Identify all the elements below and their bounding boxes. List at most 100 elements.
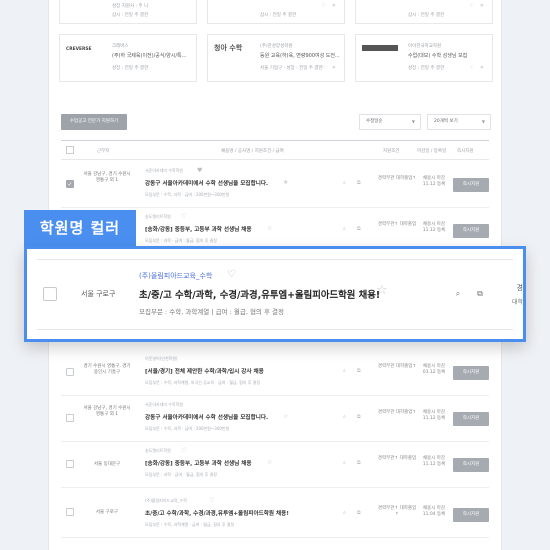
company-logo: CREVERSE (66, 47, 92, 52)
chevron-down-icon: ▼ (481, 119, 485, 124)
external-link-icon[interactable]: ⧉ (357, 368, 361, 374)
card-condition: 서울 기업구 · 성장 : 전일 주 결한 (260, 66, 323, 71)
close-icon[interactable]: ✕ (332, 3, 336, 9)
external-link-icon[interactable]: ⧉ (357, 226, 361, 232)
card-condition: 성장 : 전일 주 결한 (408, 66, 445, 71)
card-company-name: 아이한국학교학원 (408, 44, 442, 49)
row-title[interactable]: [송화/강동] 중등부, 고등부 과학 선생님 채용 (145, 459, 265, 467)
apply-button[interactable]: 즉시지원 (453, 178, 489, 192)
header-info: 채용명 / 공사명 / 지원조건 / 급여 (221, 149, 284, 154)
row-org-link[interactable]: (주)올림피아드교육_수학 (139, 271, 212, 281)
highlighted-job-row[interactable]: 서울 구로구 (주)올림피아드교육_수학 ♡ 초/중/고 수학/과학, 수경/과… (24, 246, 526, 342)
row-location: 서울 동대문구 (93, 462, 121, 467)
close-icon[interactable]: ✕ (480, 65, 484, 71)
table-row[interactable]: 서울 구로구 (주)올림피아드교육_수학 ♡ 초/중/고 수학/과학, 수경/과… (61, 488, 489, 538)
table-row[interactable]: ✓ 서울 강남구, 경기 수원시 영통구 외 1 서준아카데미 수학학원 ♥ 강… (61, 162, 489, 208)
sort-select[interactable]: 수정일순 ▼ (359, 114, 421, 130)
row-due: 채용시 마감 11.12 등록 (422, 410, 446, 421)
external-link-icon[interactable]: ⧉ (357, 414, 361, 420)
row-title[interactable]: [서울/경기] 전체 제안한 수학/과학/입시 강사 채용 (145, 367, 285, 375)
row-due: 채용시 마감 11.12 등록 (422, 456, 446, 467)
company-card[interactable]: 삼시 : 전일 주 결한 ♡ ✕ (355, 0, 493, 24)
table-row[interactable]: 경기 수원시 영통구, 경기 용인시 기흥구 이웃영어(인천학원) [서울/경기… (61, 350, 489, 396)
per-page-select[interactable]: 20개씩 보기 ▼ (427, 114, 491, 130)
apply-button[interactable]: 즉시지원 (453, 412, 489, 426)
star-icon[interactable]: ☆ (267, 459, 272, 466)
row-location: 서울 구로구 (95, 510, 119, 515)
row-title[interactable]: 초/중/고 수학/과학, 수경/과경,유투엠+올림피아드학원 채용! (145, 509, 321, 517)
row-title[interactable]: 강동구 서울아카데미에서 수학 선생님을 모집합니다. (145, 179, 279, 187)
company-card[interactable]: 아이한국학교학원 수업(대보) 수학 성생님 모집 성장 : 전일 주 결한 ♡… (355, 34, 493, 82)
row-meta: 모집부문 : 수학, 과학계열 | 급여 : 월급, 협의 후 결정 (139, 308, 284, 316)
search-icon[interactable]: ⌕ (451, 287, 465, 301)
apply-button[interactable]: 즉시지원 (453, 458, 489, 472)
company-card[interactable]: 삼시 : 전일 주 결한 ♡ ✕ (207, 0, 345, 24)
company-card[interactable]: 성장 지원사 : 주 니 삼시 : 전일 주 결한 (59, 0, 197, 24)
heart-icon[interactable]: ♡ (209, 497, 216, 504)
row-org[interactable]: 서준아카데미 수학학원 (145, 168, 183, 174)
heart-icon[interactable]: ♡ (470, 3, 474, 9)
row-checkbox[interactable] (66, 460, 74, 468)
row-org[interactable]: 송도엘리트학원 (145, 448, 171, 454)
header-location: 근무지 (97, 149, 110, 154)
table-header: 근무지 채용명 / 공사명 / 지원조건 / 급여 지원조건 마감일 / 등록일… (61, 140, 489, 160)
row-org[interactable]: 이웃영어(인천학원) (145, 356, 178, 362)
close-icon[interactable]: ✕ (480, 3, 484, 9)
row-divider (37, 329, 513, 330)
heart-icon[interactable]: ♥ (197, 167, 204, 174)
heart-icon[interactable]: ♡ (181, 213, 188, 220)
row-location: 서울 강남구, 경기 수원시 영통구 외 1 (83, 406, 131, 417)
heart-icon[interactable]: ♡ (470, 65, 474, 71)
search-icon[interactable]: ⌕ (343, 180, 346, 186)
company-card[interactable]: 청아 수학 (주)한성양성학원 등원 교육(하)육, 면량900여성 도전...… (207, 34, 345, 82)
card-line: 삼시 : 전일 주 결한 (260, 13, 297, 18)
search-icon[interactable]: ⌕ (343, 368, 346, 374)
table-row[interactable]: 서울 동대문구 송도엘리트학원 ♡ [송화/강동] 중등부, 고등부 과학 선생… (61, 442, 489, 488)
apply-button[interactable]: 즉시지원 (453, 508, 489, 522)
search-icon[interactable]: ⌕ (343, 510, 346, 516)
row-meta: 모집부문 : 수학, 과학계열 · 급여 : 월급, 협의 후 결정 (145, 522, 235, 527)
card-job-title: (주)하 국제육(이전)/공식/양시/특... (112, 53, 187, 59)
row-checkbox[interactable] (43, 287, 57, 301)
row-checkbox[interactable] (66, 508, 74, 516)
star-icon[interactable]: ☆ (267, 225, 272, 232)
expert-apply-button[interactable]: 수업공고 전문가 지원하기 (61, 114, 127, 130)
header-condition: 지원조건 (383, 149, 400, 154)
row-checkbox[interactable]: ✓ (66, 180, 74, 188)
row-org[interactable]: (주)올림피아드교육_수학 (145, 498, 187, 504)
row-meta: 모집부문 : 과학 · 급여 : 월급, 협의 후 결정 (145, 238, 217, 243)
external-link-icon[interactable]: ⧉ (357, 460, 361, 466)
external-link-icon[interactable]: ⧉ (357, 510, 361, 516)
row-title[interactable]: 강동구 서울아카데미에서 수학 선생님을 모집합니다. (145, 413, 279, 421)
row-org[interactable]: 서준아카데미 수학학원 (145, 402, 183, 408)
row-title[interactable]: [송화/강동] 중등부, 고등부 과학 선생님 채용 (145, 225, 265, 233)
apply-button[interactable]: 즉시지원 (453, 224, 489, 238)
row-checkbox[interactable] (66, 368, 74, 376)
card-condition: 성장 : 전일 주 결한 (112, 66, 149, 71)
star-icon[interactable]: ☆ (283, 413, 288, 420)
row-due: 채용시 마감 11.12 등록 (422, 222, 446, 233)
row-title[interactable]: 초/중/고 수학/과학, 수경/과경,유투엠+올림피아드학원 채용! (139, 287, 380, 301)
heart-icon[interactable]: ♡ (227, 269, 236, 280)
heart-icon[interactable]: ♡ (181, 447, 188, 454)
search-icon[interactable]: ⌕ (343, 414, 346, 420)
company-card[interactable]: CREVERSE 크레버스 (주)하 국제육(이전)/공식/양시/특... 성장… (59, 34, 197, 82)
apply-button[interactable]: 즉시지원 (453, 366, 489, 380)
header-checkbox[interactable] (66, 146, 74, 154)
close-icon[interactable]: ✕ (332, 65, 336, 71)
row-condition: 경력무관↑ 대학졸업 (377, 222, 417, 227)
search-icon[interactable]: ⌕ (343, 460, 346, 466)
table-row[interactable]: 서울 강남구, 경기 수원시 영통구 외 1 서준아카데미 수학학원 강동구 서… (61, 396, 489, 442)
card-line: 삼시 : 전일 주 결한 (408, 13, 445, 18)
heart-icon[interactable]: ♡ (322, 65, 326, 71)
card-line: 성장 지원사 : 주 니 (112, 4, 149, 9)
chevron-down-icon: ▼ (411, 119, 415, 124)
row-checkbox[interactable] (66, 414, 74, 422)
star-icon[interactable]: ★ (283, 179, 288, 186)
star-icon[interactable]: ☆ (376, 284, 388, 298)
row-org[interactable]: 송도엘리트학원 (145, 214, 171, 220)
external-link-icon[interactable]: ⧉ (357, 180, 361, 186)
external-link-icon[interactable]: ⧉ (473, 287, 487, 301)
heart-icon[interactable]: ♡ (322, 3, 326, 9)
search-icon[interactable]: ⌕ (343, 226, 346, 232)
